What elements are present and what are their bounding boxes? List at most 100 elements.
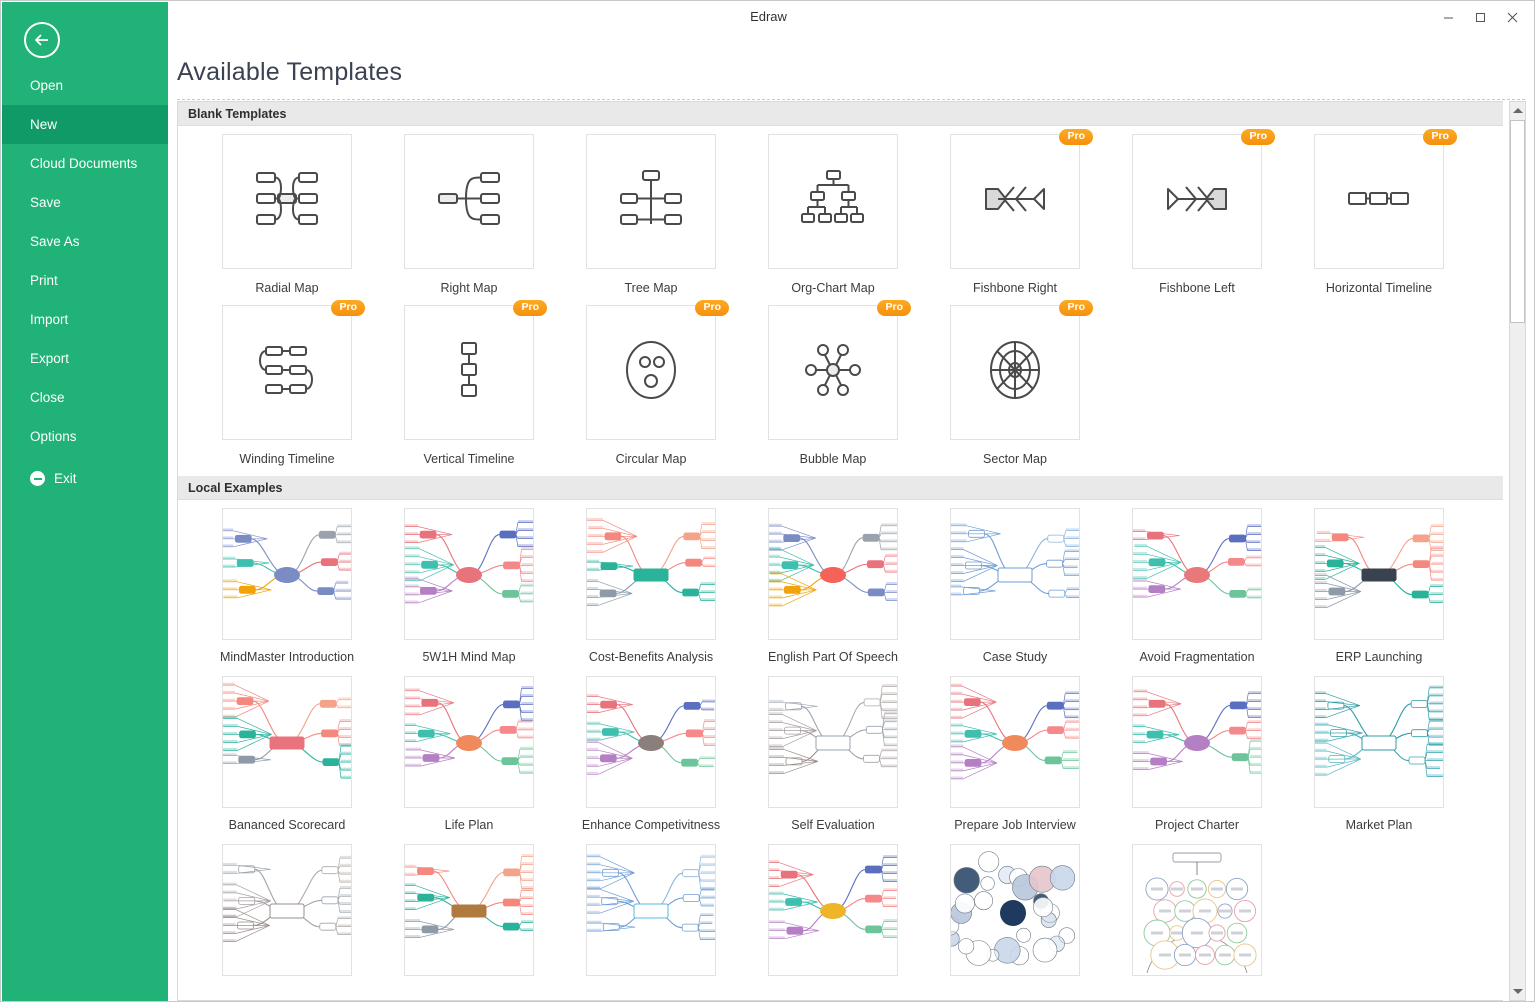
pro-badge: Pro bbox=[513, 300, 547, 316]
example-card[interactable] bbox=[560, 844, 742, 986]
minimize-button[interactable] bbox=[1432, 5, 1464, 29]
example-card[interactable] bbox=[196, 844, 378, 986]
example-thumbnail[interactable] bbox=[222, 508, 352, 640]
template-thumbnail[interactable]: Pro bbox=[1314, 129, 1457, 269]
example-card[interactable]: Bananced Scorecard bbox=[196, 676, 378, 832]
sidebar-item-save-as[interactable]: Save As bbox=[2, 222, 168, 261]
title-divider bbox=[177, 99, 1525, 100]
pro-badge: Pro bbox=[1423, 129, 1457, 145]
example-thumbnail[interactable] bbox=[586, 508, 716, 640]
template-card[interactable]: Pro Fishbone Left bbox=[1106, 129, 1288, 295]
sidebar-item-options[interactable]: Options bbox=[2, 417, 168, 456]
template-thumbnail[interactable] bbox=[222, 134, 352, 269]
template-card[interactable]: Pro Bubble Map bbox=[742, 300, 924, 466]
example-label: Life Plan bbox=[444, 818, 494, 832]
example-thumbnail[interactable] bbox=[768, 676, 898, 808]
example-card[interactable]: 5W1H Mind Map bbox=[378, 508, 560, 664]
right-map-icon bbox=[437, 169, 501, 234]
template-card[interactable]: Pro Winding Timeline bbox=[196, 300, 378, 466]
example-thumbnail[interactable] bbox=[1132, 676, 1262, 808]
close-button[interactable] bbox=[1496, 5, 1528, 29]
example-card[interactable] bbox=[1106, 844, 1288, 986]
template-thumbnail[interactable]: Pro bbox=[404, 300, 547, 440]
example-card[interactable]: Avoid Fragmentation bbox=[1106, 508, 1288, 664]
sidebar-item-close[interactable]: Close bbox=[2, 378, 168, 417]
pro-badge: Pro bbox=[1059, 300, 1093, 316]
scroll-down-button[interactable] bbox=[1510, 983, 1525, 1000]
example-thumbnail[interactable] bbox=[404, 844, 534, 976]
example-thumbnail[interactable] bbox=[950, 676, 1080, 808]
example-thumbnail[interactable] bbox=[222, 676, 352, 808]
example-card[interactable]: Prepare Job Interview bbox=[924, 676, 1106, 832]
sidebar-item-open[interactable]: Open bbox=[2, 66, 168, 105]
vertical-scrollbar[interactable] bbox=[1509, 101, 1526, 1001]
example-thumbnail[interactable] bbox=[768, 508, 898, 640]
template-card[interactable]: Pro Fishbone Right bbox=[924, 129, 1106, 295]
template-card[interactable]: Radial Map bbox=[196, 134, 378, 295]
template-label: Right Map bbox=[440, 281, 498, 295]
template-thumbnail[interactable] bbox=[768, 134, 898, 269]
template-thumbnail[interactable]: Pro bbox=[768, 300, 911, 440]
template-label: Tree Map bbox=[624, 281, 678, 295]
example-card[interactable] bbox=[742, 844, 924, 986]
vertical-timeline-icon bbox=[458, 342, 480, 403]
template-thumbnail[interactable] bbox=[404, 134, 534, 269]
example-thumbnail[interactable] bbox=[768, 844, 898, 976]
sidebar-item-cloud-documents[interactable]: Cloud Documents bbox=[2, 144, 168, 183]
template-card[interactable]: Tree Map bbox=[560, 134, 742, 295]
template-card[interactable]: Pro Vertical Timeline bbox=[378, 300, 560, 466]
sidebar-item-new[interactable]: New bbox=[2, 105, 168, 144]
sidebar-item-exit[interactable]: Exit bbox=[2, 459, 168, 498]
scroll-up-button[interactable] bbox=[1510, 102, 1525, 119]
example-card[interactable]: Market Plan bbox=[1288, 676, 1470, 832]
example-card[interactable]: Cost-Benefits Analysis bbox=[560, 508, 742, 664]
example-card[interactable]: Project Charter bbox=[1106, 676, 1288, 832]
templates-scroll-area[interactable]: Blank Templates Radial Map Right Map Tre… bbox=[177, 101, 1503, 1001]
template-thumbnail[interactable]: Pro bbox=[950, 300, 1093, 440]
example-card[interactable]: ERP Launching bbox=[1288, 508, 1470, 664]
scrollbar-thumb[interactable] bbox=[1510, 120, 1525, 323]
template-thumbnail[interactable]: Pro bbox=[1132, 129, 1275, 269]
template-card[interactable]: Pro Sector Map bbox=[924, 300, 1106, 466]
example-thumbnail[interactable] bbox=[1314, 676, 1444, 808]
template-card[interactable]: Right Map bbox=[378, 134, 560, 295]
example-thumbnail[interactable] bbox=[950, 844, 1080, 976]
template-card[interactable]: Pro Circular Map bbox=[560, 300, 742, 466]
example-card[interactable]: Case Study bbox=[924, 508, 1106, 664]
example-thumbnail[interactable] bbox=[404, 508, 534, 640]
example-thumbnail[interactable] bbox=[586, 844, 716, 976]
template-card[interactable]: Pro Horizontal Timeline bbox=[1288, 129, 1470, 295]
sidebar-item-import[interactable]: Import bbox=[2, 300, 168, 339]
example-thumbnail[interactable] bbox=[222, 844, 352, 976]
sidebar-item-export[interactable]: Export bbox=[2, 339, 168, 378]
pro-badge: Pro bbox=[877, 300, 911, 316]
example-card[interactable]: Life Plan bbox=[378, 676, 560, 832]
example-label: Avoid Fragmentation bbox=[1139, 650, 1255, 664]
example-card[interactable]: English Part Of Speech bbox=[742, 508, 924, 664]
template-thumbnail[interactable] bbox=[586, 134, 716, 269]
example-card[interactable]: Enhance Competivitness bbox=[560, 676, 742, 832]
template-card[interactable]: Org-Chart Map bbox=[742, 134, 924, 295]
example-card[interactable]: MindMaster Introduction bbox=[196, 508, 378, 664]
example-card[interactable] bbox=[378, 844, 560, 986]
winding-timeline-icon bbox=[258, 345, 316, 400]
example-card[interactable]: Self Evaluation bbox=[742, 676, 924, 832]
sidebar-item-save[interactable]: Save bbox=[2, 183, 168, 222]
example-card[interactable] bbox=[924, 844, 1106, 986]
section-header-local-examples: Local Examples bbox=[178, 476, 1503, 500]
example-label: Project Charter bbox=[1154, 818, 1240, 832]
template-thumbnail[interactable]: Pro bbox=[586, 300, 729, 440]
template-thumbnail[interactable]: Pro bbox=[950, 129, 1093, 269]
template-thumbnail[interactable]: Pro bbox=[222, 300, 365, 440]
example-thumbnail[interactable] bbox=[404, 676, 534, 808]
maximize-button[interactable] bbox=[1464, 5, 1496, 29]
sidebar-item-print[interactable]: Print bbox=[2, 261, 168, 300]
example-thumbnail[interactable] bbox=[586, 676, 716, 808]
example-thumbnail[interactable] bbox=[1132, 844, 1262, 976]
sidebar-item-label: Export bbox=[30, 351, 70, 366]
sidebar-item-label: Print bbox=[30, 273, 58, 288]
example-thumbnail[interactable] bbox=[1314, 508, 1444, 640]
example-thumbnail[interactable] bbox=[950, 508, 1080, 640]
back-arrow-icon[interactable] bbox=[24, 22, 60, 58]
example-thumbnail[interactable] bbox=[1132, 508, 1262, 640]
